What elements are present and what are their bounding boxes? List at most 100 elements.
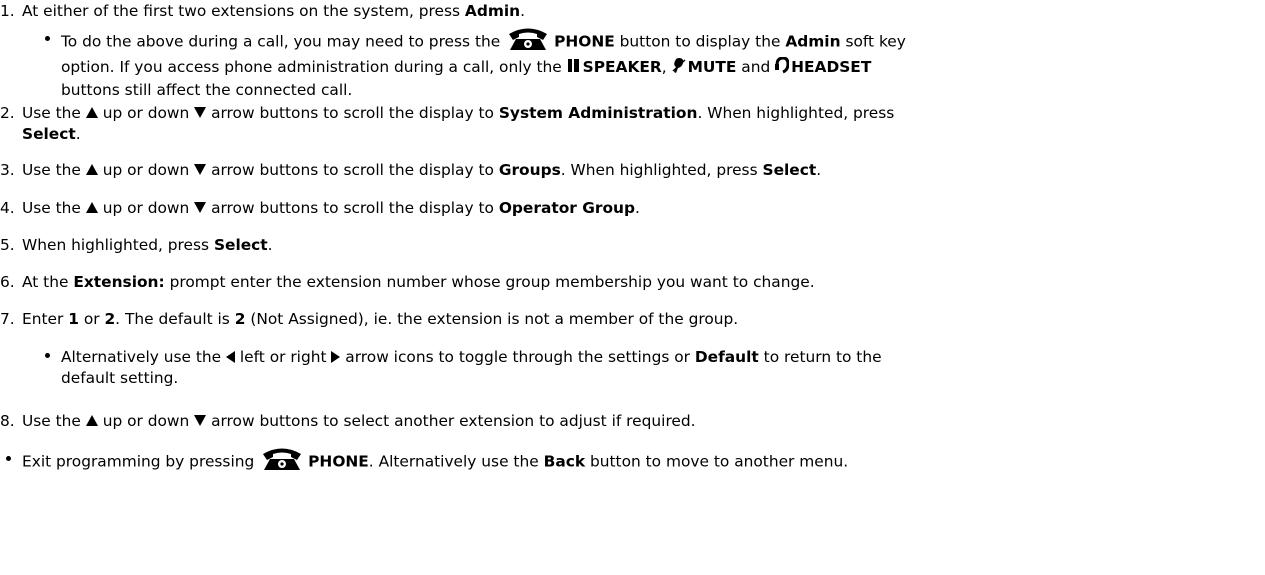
step-text: or [78,310,105,328]
arrow-up-icon [85,202,98,213]
option-value: 2 [104,310,116,328]
step-text: up or down [97,161,195,179]
step-4: 4. Use the up or down arrow buttons to sc… [0,197,640,220]
step-7-sub-line-1: Alternatively use the left or right arro… [61,346,882,369]
headset-icon [775,56,790,74]
step-1-bullet [45,29,50,52]
phone-button-label: PHONE [308,452,369,471]
step-5: 5. When highlighted, press Select. [0,234,273,257]
phone-button-label: PHONE [554,32,615,51]
sub-text: arrow icons to toggle through the settin… [340,348,695,366]
bullet-dot [45,353,50,358]
speaker-icon [567,57,581,74]
arrow-right-icon [331,350,341,363]
exit-bullet [6,449,11,472]
admin-key-label: Admin [785,32,841,51]
step-text: . [816,161,822,179]
step-text: When highlighted, press [22,236,214,254]
menu-item-label: Operator Group [498,199,635,217]
arrow-down-icon [194,164,207,175]
sub-text: soft key [840,32,906,51]
step-number: 6. [0,273,15,291]
step-text: . [635,199,640,217]
step-1-sub-line-2: option. If you access phone administrati… [61,56,871,79]
menu-item-label: Groups [498,161,561,179]
exit-text: . Alternatively use the [368,452,544,471]
phone-icon [505,25,551,51]
arrow-left-icon [226,350,235,363]
bullet-dot [6,456,11,461]
step-text: . [520,2,526,20]
step-text: arrow buttons to scroll the display to [206,161,499,179]
sub-text: , [661,58,672,76]
sub-text: To do the above during a call, you may n… [61,32,506,51]
step-1: 1. At either of the first two extensions … [0,0,525,23]
headset-button-label: HEADSET [791,58,872,76]
step-1-sub-line-3: buttons still affect the connected call. [61,79,352,102]
bullet-dot [45,36,50,41]
step-6: 6. At the Extension: prompt enter the ext… [0,271,815,294]
step-number: 3. [0,161,15,179]
exit-text: button to move to another menu. [585,452,849,471]
step-text: . [267,236,273,254]
step-number: 7. [0,310,15,328]
arrow-down-icon [194,107,207,118]
step-text: arrow buttons to scroll the display to [206,104,499,122]
step-1-sub-line-1: To do the above during a call, you may n… [61,28,906,55]
phone-icon [259,445,305,471]
step-text: Use the [22,199,86,217]
step-text: prompt enter the extension number whose … [164,273,815,291]
step-text: Use the [22,104,86,122]
step-7: 7. Enter 1 or 2. The default is 2 (Not As… [0,308,738,331]
arrow-down-icon [194,415,207,426]
menu-item-label: System Administration [498,104,698,122]
prompt-label: Extension: [73,273,165,291]
select-key-label: Select [213,236,268,254]
default-key-label: Default [694,348,759,366]
step-text: . When highlighted, press [697,104,895,122]
step-3: 3. Use the up or down arrow buttons to sc… [0,159,821,182]
arrow-down-icon [194,202,207,213]
step-number: 1. [0,2,15,20]
step-7-bullet [45,346,50,369]
mute-button-label: MUTE [687,58,737,76]
step-text: arrow buttons to scroll the display to [206,199,499,217]
speaker-button-label: SPEAKER [582,58,662,76]
step-number: 8. [0,412,15,430]
step-text: . When highlighted, press [560,161,763,179]
step-text: . [75,125,81,143]
sub-text: left or right [235,348,332,366]
step-text: Use the [22,161,86,179]
admin-key-label: Admin [464,2,521,20]
step-text: up or down [97,104,195,122]
step-text: up or down [97,412,195,430]
sub-text: buttons still affect the connected call. [61,81,353,99]
select-key-label: Select [762,161,817,179]
step-text: arrow buttons to select another extensio… [206,412,696,430]
step-text: up or down [97,199,195,217]
step-2-line-2: Select. [22,123,81,146]
sub-text: default setting. [61,369,179,387]
step-text: Use the [22,412,86,430]
step-text: Enter [22,310,69,328]
sub-text: button to display the [614,32,786,51]
exit-text: Exit programming by pressing [22,452,260,471]
arrow-up-icon [85,164,98,175]
sub-text: option. If you access phone administrati… [61,58,567,76]
step-number: 4. [0,199,15,217]
mute-icon [672,57,686,74]
step-2: 2. Use the up or down arrow buttons to sc… [0,102,894,125]
step-text: (Not Assigned), ie. the extension is not… [245,310,739,328]
step-8: 8. Use the up or down arrow buttons to se… [0,410,696,433]
step-text: At either of the first two extensions on… [22,2,465,20]
sub-text: to return to the [758,348,882,366]
step-text: At the [22,273,74,291]
back-button-label: Back [543,452,586,471]
arrow-up-icon [85,107,98,118]
sub-text: and [736,58,776,76]
default-value: 2 [234,310,246,328]
select-key-label: Select [22,125,76,143]
instruction-document: 1. At either of the first two extensions … [0,0,1265,575]
step-number: 5. [0,236,15,254]
option-value: 1 [68,310,79,328]
